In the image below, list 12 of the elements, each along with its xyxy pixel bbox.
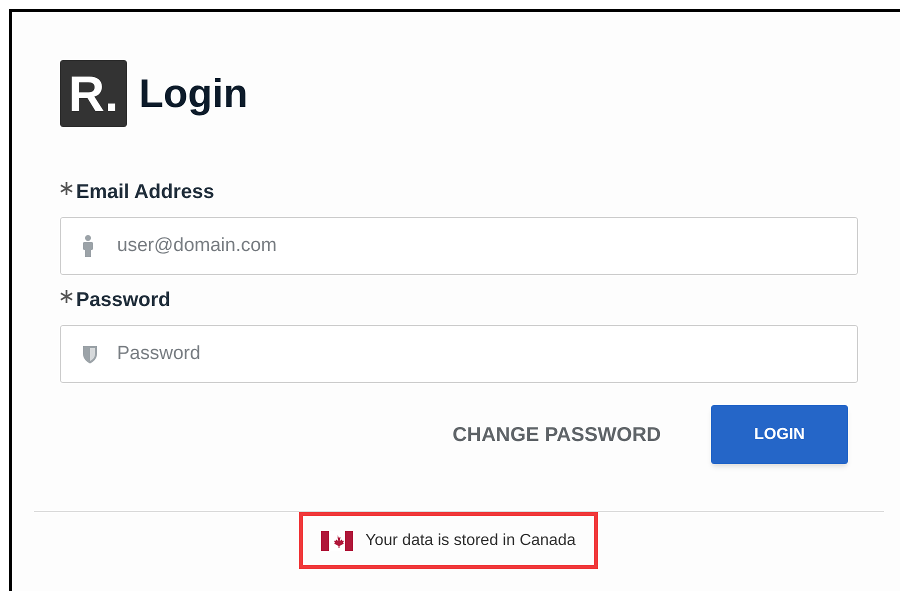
- field-label: Password: [76, 288, 170, 313]
- footer-text: Your data is stored in Canada: [365, 530, 576, 550]
- login-button[interactable]: LOGIN: [711, 405, 848, 464]
- person-icon: [82, 235, 94, 257]
- input-field[interactable]: user@domain.com: [60, 217, 858, 275]
- input-field[interactable]: Password: [60, 325, 858, 383]
- field-label: Email Address: [76, 180, 214, 205]
- shield-icon: [82, 344, 98, 364]
- change-password-link[interactable]: CHANGE PASSWORD: [452, 420, 661, 450]
- flag-icon: [321, 530, 354, 550]
- page-title: Login: [139, 74, 248, 114]
- logo: R.: [60, 60, 127, 127]
